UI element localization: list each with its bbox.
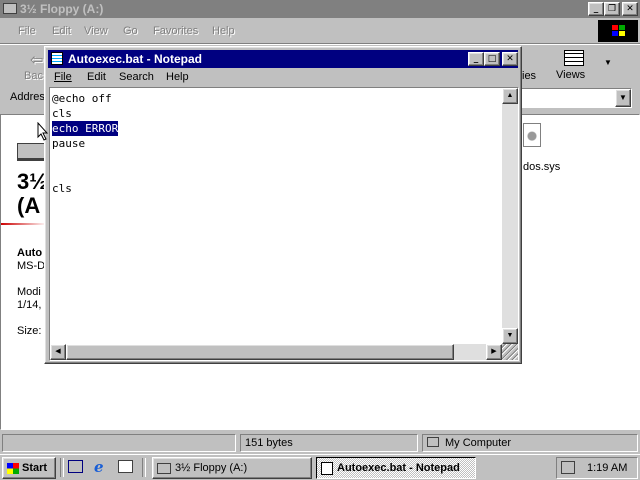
windows-flag-icon — [7, 462, 19, 474]
vertical-scrollbar[interactable]: ▲ ▼ — [502, 88, 518, 344]
info-name: Auto — [17, 247, 43, 259]
drive-title-line2: (A — [17, 193, 41, 218]
selected-text-line: echo ERROR — [52, 121, 119, 136]
notepad-close-button[interactable]: ✕ — [502, 52, 518, 66]
views-button[interactable]: Views — [555, 48, 595, 86]
explorer-title-bar[interactable]: 3½ Floppy (A:) _ ❐ ✕ — [0, 0, 640, 18]
back-label: Bac — [24, 70, 43, 82]
taskbar: Start e 3½ Floppy (A:) Autoexec.bat - No… — [0, 454, 640, 480]
taskbar-button-notepad[interactable]: Autoexec.bat - Notepad — [316, 457, 476, 479]
menu-favorites[interactable]: Favorites — [153, 25, 198, 37]
scroll-thumb[interactable] — [66, 344, 454, 360]
windows-logo-icon — [598, 20, 638, 42]
floppy-drive-icon — [17, 143, 47, 161]
status-size-panel: 151 bytes — [240, 434, 418, 452]
views-label: Views — [556, 69, 586, 81]
scroll-down-button[interactable]: ▼ — [502, 328, 518, 344]
address-input[interactable]: ▼ — [520, 88, 632, 108]
minimize-button[interactable]: _ — [588, 2, 604, 16]
system-tray: 1:19 AM — [556, 457, 638, 479]
horizontal-scrollbar[interactable]: ◀ ▶ — [50, 344, 502, 360]
notepad-menu-search[interactable]: Search — [119, 71, 154, 83]
size-grip[interactable] — [502, 344, 518, 360]
text-line: cls — [52, 107, 72, 120]
scroll-left-button[interactable]: ◀ — [50, 344, 66, 360]
info-modified-date: 1/14, — [17, 299, 42, 311]
start-button[interactable]: Start — [2, 457, 56, 479]
views-icon — [564, 50, 584, 66]
notepad-window[interactable]: Autoexec.bat - Notepad _ □ ✕ File Edit S… — [44, 46, 522, 364]
notepad-menu-bar: File Edit Search Help — [48, 69, 518, 87]
drive-title-line1: 3½ — [17, 169, 48, 194]
my-computer-icon — [427, 437, 439, 447]
menu-file[interactable]: File — [18, 25, 36, 37]
info-size: Size: — [17, 325, 42, 337]
explorer-status-bar: 151 bytes My Computer — [0, 432, 640, 454]
notepad-menu-file[interactable]: File — [54, 71, 72, 83]
info-modified-label: Modi — [17, 286, 41, 298]
address-dropdown-button[interactable]: ▼ — [615, 89, 631, 107]
status-zone: My Computer — [445, 437, 512, 449]
clock[interactable]: 1:19 AM — [587, 462, 627, 474]
network-tray-icon[interactable] — [561, 461, 575, 474]
explorer-title: 3½ Floppy (A:) — [20, 2, 104, 16]
text-line: pause — [52, 137, 86, 150]
status-size: 151 bytes — [245, 437, 293, 449]
taskbar-button-explorer[interactable]: 3½ Floppy (A:) — [152, 457, 312, 479]
scroll-up-button[interactable]: ▲ — [502, 88, 518, 104]
back-arrow-icon: ⇦ — [30, 52, 44, 69]
restore-button[interactable]: ❐ — [604, 2, 620, 16]
notepad-menu-edit[interactable]: Edit — [87, 71, 106, 83]
internet-explorer-icon[interactable]: e — [94, 458, 104, 476]
file-label: dos.sys — [523, 161, 561, 173]
menu-go[interactable]: Go — [123, 25, 138, 37]
menu-edit[interactable]: Edit — [52, 25, 71, 37]
text-line: cls — [52, 182, 72, 195]
explorer-menu-bar: File Edit View Go Favorites Help — [0, 20, 600, 42]
notepad-title-bar[interactable]: Autoexec.bat - Notepad _ □ ✕ — [48, 50, 518, 68]
notepad-icon — [51, 52, 63, 65]
info-type: MS-D — [17, 260, 46, 272]
status-zone-panel: My Computer — [422, 434, 638, 452]
scroll-right-button[interactable]: ▶ — [486, 344, 502, 360]
menu-view[interactable]: View — [84, 25, 108, 37]
title-divider — [1, 223, 47, 225]
task-label: Autoexec.bat - Notepad — [337, 462, 460, 474]
notepad-maximize-button[interactable]: □ — [484, 52, 500, 66]
notepad-menu-help[interactable]: Help — [166, 71, 189, 83]
notepad-task-icon — [321, 461, 333, 475]
notepad-minimize-button[interactable]: _ — [468, 52, 484, 66]
system-file-icon — [523, 123, 541, 147]
desktop-quicklaunch-icon[interactable] — [68, 460, 83, 473]
menu-help[interactable]: Help — [212, 25, 235, 37]
toolbar-partial-label: ies — [522, 70, 537, 82]
views-dropdown-icon[interactable]: ▼ — [604, 58, 612, 67]
outlook-express-icon[interactable] — [118, 460, 133, 473]
folder-icon — [157, 462, 171, 474]
notepad-text-area[interactable]: @echo off cls echo ERROR pause cls ▲ ▼ ◀… — [49, 87, 519, 361]
notepad-title: Autoexec.bat - Notepad — [68, 52, 203, 66]
task-label: 3½ Floppy (A:) — [175, 462, 248, 474]
text-line: @echo off — [52, 92, 112, 105]
folder-icon — [3, 3, 17, 14]
status-empty-panel — [2, 434, 236, 452]
close-button[interactable]: ✕ — [622, 2, 638, 16]
start-label: Start — [22, 462, 48, 474]
mouse-cursor-icon — [37, 122, 49, 141]
file-item-msdos-sys[interactable]: dos.sys — [517, 121, 587, 173]
